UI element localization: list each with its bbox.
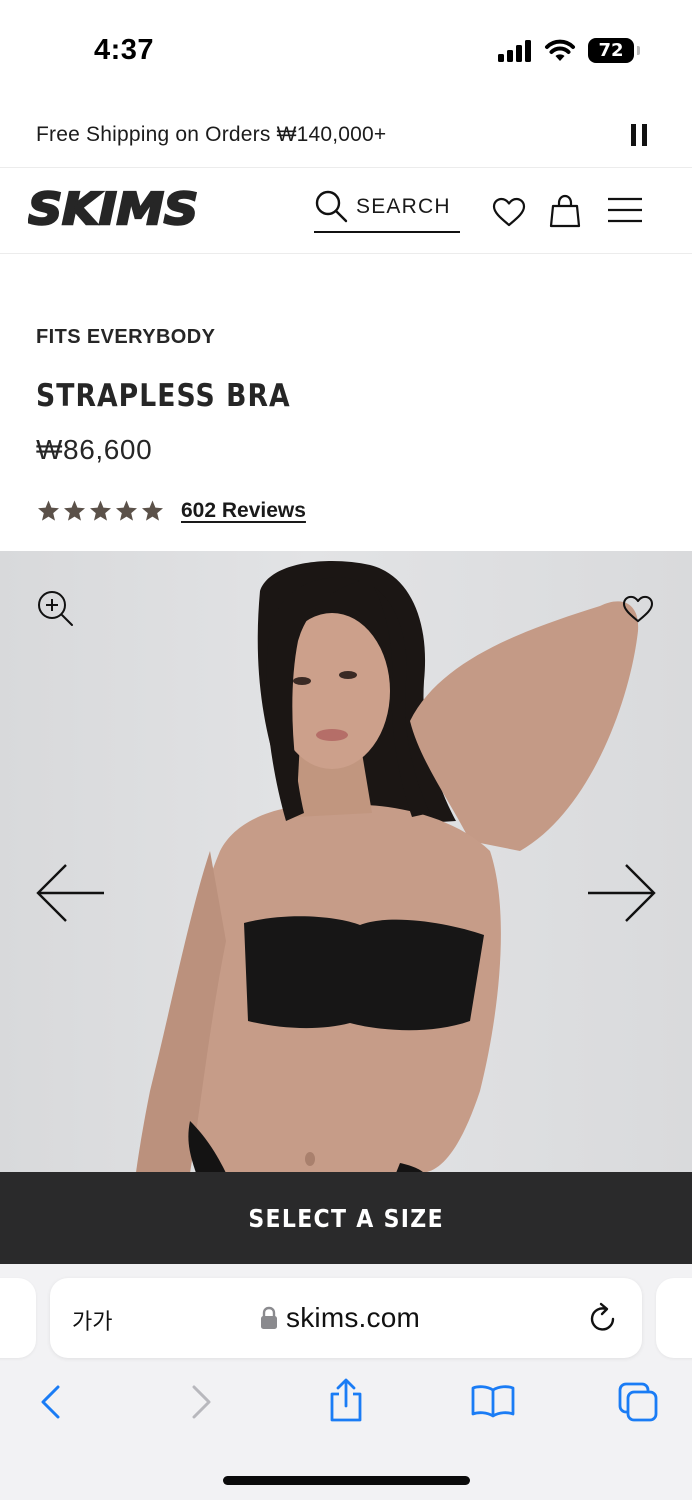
back-icon[interactable] <box>38 1384 64 1420</box>
zoom-in-icon[interactable] <box>36 589 76 629</box>
tabs-icon[interactable] <box>618 1382 660 1422</box>
previous-tab-peek[interactable] <box>0 1278 36 1358</box>
select-size-button[interactable]: SELECT A SIZE <box>0 1172 692 1264</box>
bookmarks-icon[interactable] <box>470 1384 516 1418</box>
reload-icon[interactable] <box>588 1302 618 1334</box>
search-label: SEARCH <box>356 195 451 218</box>
url-display[interactable]: skims.com <box>260 1302 420 1334</box>
rating-row: 602 Reviews <box>36 496 306 526</box>
status-icons: 72 <box>498 38 640 63</box>
promo-text: Free Shipping on Orders ₩140,000+ <box>36 123 387 146</box>
star-icon <box>38 500 59 521</box>
wifi-icon <box>545 39 575 61</box>
star-icon <box>116 500 137 521</box>
collection-label: FITS EVERYBODY <box>36 326 216 348</box>
share-icon[interactable] <box>326 1378 366 1424</box>
product-price: ₩86,600 <box>36 434 153 465</box>
menu-icon[interactable] <box>607 196 643 224</box>
svg-text:SKIMS: SKIMS <box>28 188 198 230</box>
product-title: STRAPLESS BRA <box>36 378 291 414</box>
arrow-left-icon[interactable] <box>36 863 106 923</box>
skims-logo[interactable]: SKIMS <box>28 188 200 230</box>
signal-icon <box>498 39 531 62</box>
arrow-right-icon[interactable] <box>586 863 656 923</box>
next-tab-peek[interactable] <box>656 1278 692 1358</box>
page-settings-button[interactable]: 가가 <box>72 1304 112 1336</box>
forward-icon[interactable] <box>188 1384 214 1420</box>
star-icon <box>90 500 111 521</box>
status-time: 4:37 <box>94 34 155 66</box>
status-bar: 4:37 72 <box>0 0 692 100</box>
reviews-link[interactable]: 602 Reviews <box>181 499 306 523</box>
star-icon <box>142 500 163 521</box>
browser-chrome: 가가 skims.com <box>0 1264 692 1500</box>
product-photo <box>136 560 639 1173</box>
heart-icon[interactable] <box>492 197 526 227</box>
search-button[interactable]: SEARCH <box>314 187 460 233</box>
promo-banner: Free Shipping on Orders ₩140,000+ <box>0 100 692 168</box>
bag-icon[interactable] <box>549 194 581 228</box>
battery-indicator: 72 <box>588 38 640 63</box>
wishlist-heart-icon[interactable] <box>622 595 654 623</box>
star-rating <box>36 499 165 523</box>
battery-level: 72 <box>598 40 624 61</box>
home-indicator <box>223 1476 470 1485</box>
url-text: skims.com <box>286 1302 421 1333</box>
address-bar[interactable]: 가가 skims.com <box>50 1278 642 1358</box>
star-icon <box>64 500 85 521</box>
select-size-label: SELECT A SIZE <box>248 1203 444 1233</box>
search-icon <box>315 190 348 223</box>
product-gallery[interactable] <box>0 551 692 1173</box>
lock-icon <box>261 1306 277 1329</box>
pause-icon[interactable] <box>630 124 650 148</box>
site-header: SKIMS SEARCH <box>0 168 692 254</box>
